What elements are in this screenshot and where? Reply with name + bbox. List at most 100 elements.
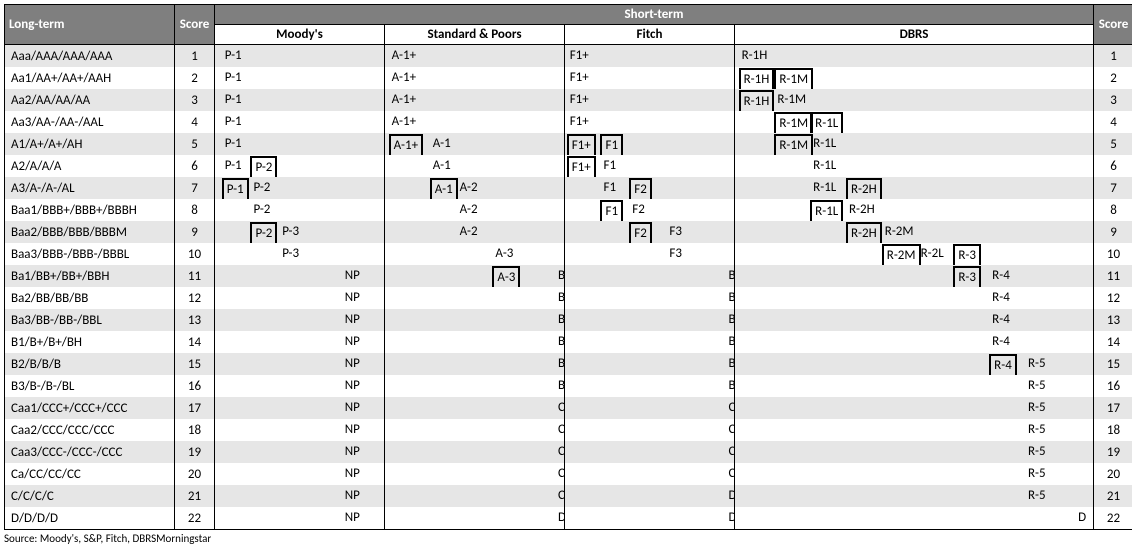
table-row: Aaa/AAA/AAA/AAA1P-1A-1+F1+R-1H1 <box>5 45 1132 68</box>
rating-value: R-4 <box>989 288 1013 308</box>
rating-value: R-1L <box>810 156 839 176</box>
rating-value: F1+ <box>567 46 592 66</box>
cell-fitch: B <box>565 265 735 287</box>
rating-value: P-3 <box>279 244 302 264</box>
rating-value: P-1 <box>222 46 245 66</box>
rating-value: P-1 <box>222 156 245 176</box>
cell-sp: C <box>385 463 565 485</box>
table-row: Ba1/BB+/BB+/BBH11NPA-3BBR-3R-411 <box>5 265 1132 287</box>
cell-sp: C <box>385 485 565 507</box>
cell-sp: A-1A-2 <box>385 177 565 199</box>
cell-score: 10 <box>1094 243 1132 265</box>
cell-dbrs: R-1MR-1L <box>735 111 1094 133</box>
table-row: Baa3/BBB-/BBB-/BBBL10P-3A-3F3R-2MR-2LR-3… <box>5 243 1132 265</box>
cell-fitch: D <box>565 507 735 530</box>
cell-sp: A-2 <box>385 199 565 221</box>
cell-score: 5 <box>175 133 215 155</box>
cell-longterm: D/D/D/D <box>5 507 175 530</box>
cell-longterm: Ba3/BB-/BB-/BBL <box>5 309 175 331</box>
th-score-left: Score <box>175 5 215 45</box>
cell-moody: P-1 <box>215 67 385 89</box>
cell-fitch: C <box>565 441 735 463</box>
cell-fitch: C <box>565 463 735 485</box>
rating-value: A-1 <box>430 156 454 176</box>
cell-dbrs: R-5 <box>735 419 1094 441</box>
cell-dbrs: R-4R-5 <box>735 353 1094 375</box>
cell-sp: A-1+ <box>385 67 565 89</box>
rating-value: P-2 <box>250 200 273 220</box>
cell-longterm: Ca/CC/CC/CC <box>5 463 175 485</box>
cell-moody: NP <box>215 463 385 485</box>
cell-sp: A-3B <box>385 265 565 287</box>
cell-sp: A-3 <box>385 243 565 265</box>
rating-value: F2 <box>629 200 648 220</box>
cell-dbrs: R-5 <box>735 397 1094 419</box>
table-row: Ca/CC/CC/CC20NPCCR-520 <box>5 463 1132 485</box>
table-row: Caa3/CCC-/CCC-/CCC19NPCCR-519 <box>5 441 1132 463</box>
cell-sp: A-1 <box>385 155 565 177</box>
cell-score: 12 <box>1094 287 1132 309</box>
th-longterm: Long-term <box>5 5 175 45</box>
cell-score: 22 <box>1094 507 1132 530</box>
cell-dbrs: R-3R-4 <box>735 265 1094 287</box>
source-note: Source: Moody's, S&P, Fitch, DBRSMorning… <box>4 532 1132 545</box>
table-row: A3/A-/A-/AL7P-1P-2A-1A-2F1F2R-1LR-2H7 <box>5 177 1132 199</box>
rating-value: P-3 <box>279 222 302 242</box>
rating-value: P-2 <box>250 178 273 198</box>
rating-value: R-2H <box>846 200 878 220</box>
cell-longterm: Caa2/CCC/CCC/CCC <box>5 419 175 441</box>
rating-value: F1+ <box>567 90 592 110</box>
cell-longterm: Caa1/CCC+/CCC+/CCC <box>5 397 175 419</box>
cell-dbrs: R-1LR-2H <box>735 199 1094 221</box>
rating-value: NP <box>342 376 363 396</box>
cell-score: 7 <box>1094 177 1132 199</box>
cell-longterm: Ba2/BB/BB/BB <box>5 287 175 309</box>
rating-value: R-5 <box>1025 420 1049 440</box>
rating-value: P-1 <box>222 134 245 154</box>
cell-moody: NP <box>215 287 385 309</box>
cell-score: 21 <box>1094 485 1132 507</box>
rating-value: R-5 <box>1025 376 1049 396</box>
cell-fitch: F1F2 <box>565 177 735 199</box>
cell-fitch: B <box>565 309 735 331</box>
th-agency-sp: Standard & Poors <box>385 25 565 45</box>
cell-dbrs: R-4 <box>735 287 1094 309</box>
cell-dbrs: R-5 <box>735 463 1094 485</box>
rating-value: F3 <box>666 244 685 264</box>
cell-score: 20 <box>175 463 215 485</box>
cell-moody: NP <box>215 265 385 287</box>
table-row: Baa1/BBB+/BBB+/BBBH8P-2A-2F1F2R-1LR-2H8 <box>5 199 1132 221</box>
rating-value: P-1 <box>222 68 245 88</box>
table-row: D/D/D/D22NPDDD22 <box>5 507 1132 530</box>
rating-value: NP <box>342 420 363 440</box>
cell-fitch: B <box>565 287 735 309</box>
cell-score: 2 <box>1094 67 1132 89</box>
cell-longterm: Baa1/BBB+/BBB+/BBBH <box>5 199 175 221</box>
cell-fitch: C <box>565 397 735 419</box>
cell-dbrs: D <box>735 507 1094 530</box>
cell-score: 6 <box>1094 155 1132 177</box>
table-row: A2/A/A/A6P-1P-2A-1F1+F1R-1L6 <box>5 155 1132 177</box>
cell-moody: P-1 <box>215 133 385 155</box>
cell-fitch: F1+ <box>565 111 735 133</box>
rating-value: NP <box>342 354 363 374</box>
cell-moody: P-1P-2 <box>215 177 385 199</box>
cell-dbrs: R-2HR-2M <box>735 221 1094 243</box>
cell-score: 3 <box>175 89 215 111</box>
cell-dbrs: R-4 <box>735 331 1094 353</box>
cell-moody: P-1 <box>215 89 385 111</box>
cell-fitch: F1+ <box>565 67 735 89</box>
table-row: Aa1/AA+/AA+/AAH2P-1A-1+F1+R-1HR-1M2 <box>5 67 1132 89</box>
cell-score: 9 <box>1094 221 1132 243</box>
cell-longterm: B1/B+/B+/BH <box>5 331 175 353</box>
cell-sp: A-1+ <box>385 111 565 133</box>
rating-value: A-2 <box>457 178 481 198</box>
cell-moody: NP <box>215 397 385 419</box>
cell-moody: P-3 <box>215 243 385 265</box>
rating-value: A-1+ <box>389 90 419 110</box>
cell-sp: A-2 <box>385 221 565 243</box>
cell-score: 15 <box>175 353 215 375</box>
cell-score: 19 <box>1094 441 1132 463</box>
ratings-table: Long-term Score Short-term Score Moody's… <box>4 4 1132 530</box>
cell-dbrs: R-5 <box>735 485 1094 507</box>
